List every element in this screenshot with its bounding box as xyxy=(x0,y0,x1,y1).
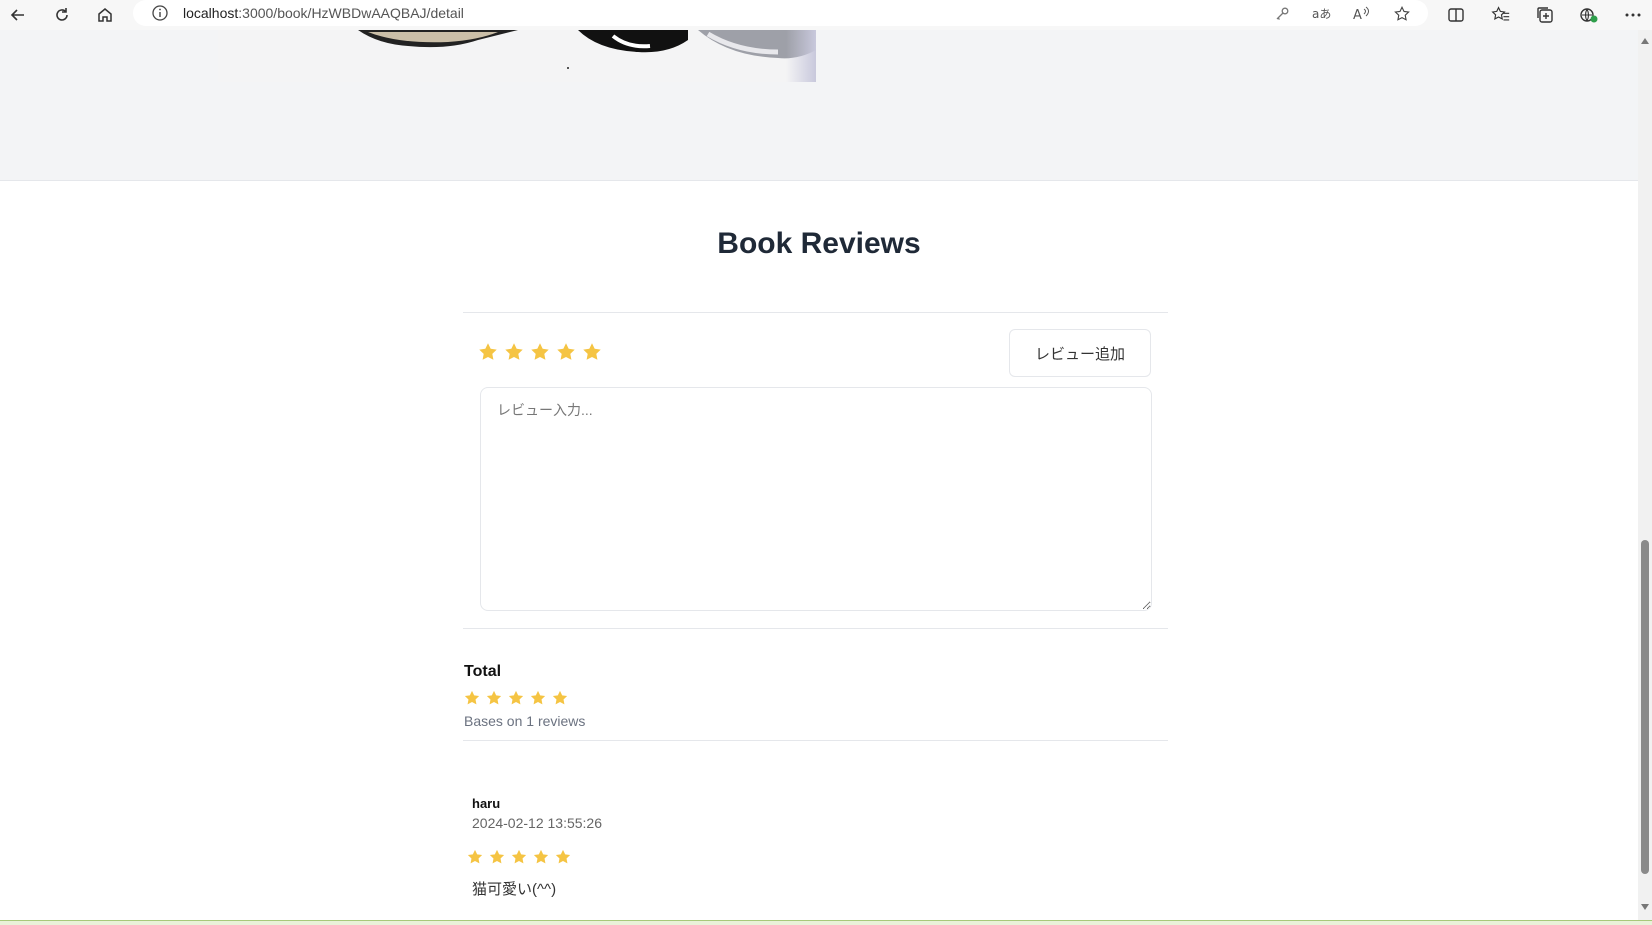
browser-toolbar: localhost:3000/book/HzWBDwAAQBAJ/detail … xyxy=(0,0,1652,31)
star-icon[interactable] xyxy=(553,341,579,368)
scroll-down-arrow-icon[interactable] xyxy=(1641,904,1649,910)
divider-bottom xyxy=(463,740,1168,741)
vertical-scrollbar[interactable] xyxy=(1638,30,1652,920)
back-icon[interactable] xyxy=(5,2,31,28)
home-icon[interactable] xyxy=(92,2,118,28)
star-icon xyxy=(530,848,552,871)
translate-icon[interactable]: aあ xyxy=(1311,3,1333,25)
star-icon xyxy=(527,689,549,712)
key-icon[interactable] xyxy=(1271,3,1293,25)
star-icon xyxy=(552,848,574,871)
star-icon xyxy=(483,689,505,712)
star-icon xyxy=(549,689,571,712)
svg-text:A: A xyxy=(1353,8,1362,22)
star-icon[interactable] xyxy=(501,341,527,368)
page-title: Book Reviews xyxy=(717,227,921,260)
read-aloud-icon[interactable]: A xyxy=(1351,3,1373,25)
favorite-star-icon[interactable] xyxy=(1391,3,1413,25)
collections-icon[interactable] xyxy=(1532,2,1558,28)
star-icon xyxy=(461,689,483,712)
bottom-edge xyxy=(0,920,1652,925)
star-icon[interactable] xyxy=(527,341,553,368)
rating-input-stars[interactable] xyxy=(475,341,605,368)
split-screen-icon[interactable] xyxy=(1443,2,1469,28)
review-input[interactable] xyxy=(480,387,1152,611)
extensions-icon[interactable] xyxy=(1576,2,1602,28)
star-icon[interactable] xyxy=(579,341,605,368)
divider-top xyxy=(463,312,1168,313)
url-path: :3000/book/HzWBDwAAQBAJ/detail xyxy=(238,5,464,21)
star-icon xyxy=(464,848,486,871)
star-icon xyxy=(508,848,530,871)
review-count-text: Bases on 1 reviews xyxy=(464,713,586,729)
review-user-name: haru xyxy=(472,796,501,811)
url-text[interactable]: localhost:3000/book/HzWBDwAAQBAJ/detail xyxy=(183,5,464,21)
book-hero-section xyxy=(0,30,1638,181)
scrollbar-thumb[interactable] xyxy=(1641,540,1649,874)
page-content: Book Reviews レビュー追加 Total Bases on 1 rev… xyxy=(0,30,1638,920)
scroll-up-arrow-icon[interactable] xyxy=(1641,38,1649,44)
review-rating-stars xyxy=(464,848,574,871)
divider-middle xyxy=(463,628,1168,629)
review-date: 2024-02-12 13:55:26 xyxy=(472,815,602,831)
star-icon[interactable] xyxy=(475,341,501,368)
review-text: 猫可愛い(^^) xyxy=(472,881,557,898)
total-rating-stars xyxy=(461,689,571,712)
svg-text:aあ: aあ xyxy=(1312,7,1331,21)
reload-icon[interactable] xyxy=(49,2,75,28)
star-icon xyxy=(505,689,527,712)
add-review-button[interactable]: レビュー追加 xyxy=(1009,329,1151,377)
url-host: localhost xyxy=(183,5,239,21)
more-options-icon[interactable] xyxy=(1620,2,1646,28)
book-cover-image xyxy=(218,30,816,82)
total-label: Total xyxy=(464,663,502,680)
address-bar[interactable]: localhost:3000/book/HzWBDwAAQBAJ/detail … xyxy=(133,0,1428,26)
favorites-icon[interactable] xyxy=(1488,2,1514,28)
star-icon xyxy=(486,848,508,871)
site-info-icon[interactable] xyxy=(151,4,169,27)
